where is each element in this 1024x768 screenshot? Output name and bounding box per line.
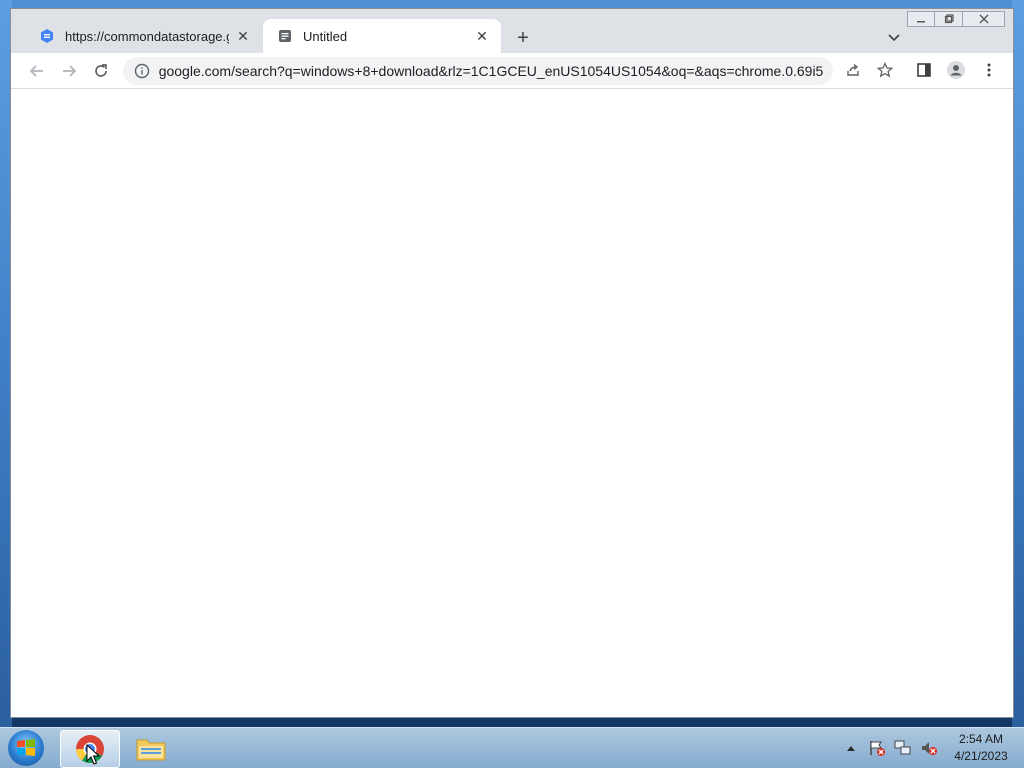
arrow-left-icon xyxy=(29,65,43,77)
back-button[interactable] xyxy=(25,59,49,83)
side-panel-icon xyxy=(917,63,931,77)
tab-close-icon[interactable]: ✕ xyxy=(473,27,491,45)
plus-icon: + xyxy=(517,26,529,49)
windows-logo-icon xyxy=(17,739,35,756)
tab-strip: https://commondatastorage.goo ✕ Untitled… xyxy=(11,19,1013,53)
volume-muted-icon[interactable] xyxy=(920,739,938,757)
clock-date: 4/21/2023 xyxy=(954,749,1008,763)
reload-button[interactable] xyxy=(89,59,113,83)
kebab-menu-icon xyxy=(987,63,991,77)
arrow-right-icon xyxy=(63,65,77,77)
share-icon xyxy=(847,63,859,76)
system-tray: 2:54 AM 4/21/2023 xyxy=(842,728,1024,768)
clock[interactable]: 2:54 AM 4/21/2023 xyxy=(946,731,1016,765)
forward-button[interactable] xyxy=(57,59,81,83)
share-button[interactable] xyxy=(841,58,865,82)
menu-button[interactable] xyxy=(977,58,1001,82)
network-icon[interactable] xyxy=(894,739,912,757)
new-tab-button[interactable]: + xyxy=(511,26,535,50)
reload-icon xyxy=(95,64,107,77)
star-icon xyxy=(877,62,893,78)
clock-time: 2:54 AM xyxy=(958,732,1004,746)
browser-window: https://commondatastorage.goo ✕ Untitled… xyxy=(10,8,1014,718)
taskbar: 2:54 AM 4/21/2023 xyxy=(0,727,1024,768)
tab-title: Untitled xyxy=(303,28,348,44)
info-icon[interactable] xyxy=(133,62,151,80)
browser-toolbar: google.com/search?q=windows+8+download&r… xyxy=(11,53,1013,89)
profile-avatar-icon xyxy=(947,61,965,79)
start-button[interactable] xyxy=(8,730,44,766)
action-center-icon[interactable] xyxy=(868,739,886,757)
bookmark-button[interactable] xyxy=(873,58,897,82)
address-url: google.com/search?q=windows+8+download&r… xyxy=(158,63,823,79)
chevron-down-icon xyxy=(888,34,900,42)
folder-icon xyxy=(136,739,166,761)
taskbar-file-explorer[interactable] xyxy=(122,730,180,766)
mouse-cursor-icon xyxy=(86,744,100,765)
tab-title: https://commondatastorage.goo xyxy=(65,28,229,44)
tab-commondatastorage[interactable]: https://commondatastorage.goo ✕ xyxy=(25,19,261,53)
side-panel-button[interactable] xyxy=(912,58,936,82)
page-content[interactable] xyxy=(11,89,1013,717)
document-icon xyxy=(277,28,293,44)
chevron-up-icon xyxy=(847,746,855,751)
google-cloud-icon xyxy=(39,28,55,44)
address-bar[interactable]: google.com/search?q=windows+8+download&r… xyxy=(123,57,833,85)
tab-search-button[interactable] xyxy=(883,27,905,49)
profile-button[interactable] xyxy=(944,58,968,82)
tab-close-icon[interactable]: ✕ xyxy=(235,27,251,45)
tab-untitled[interactable]: Untitled ✕ xyxy=(263,19,501,53)
show-hidden-icons-button[interactable] xyxy=(842,739,860,757)
